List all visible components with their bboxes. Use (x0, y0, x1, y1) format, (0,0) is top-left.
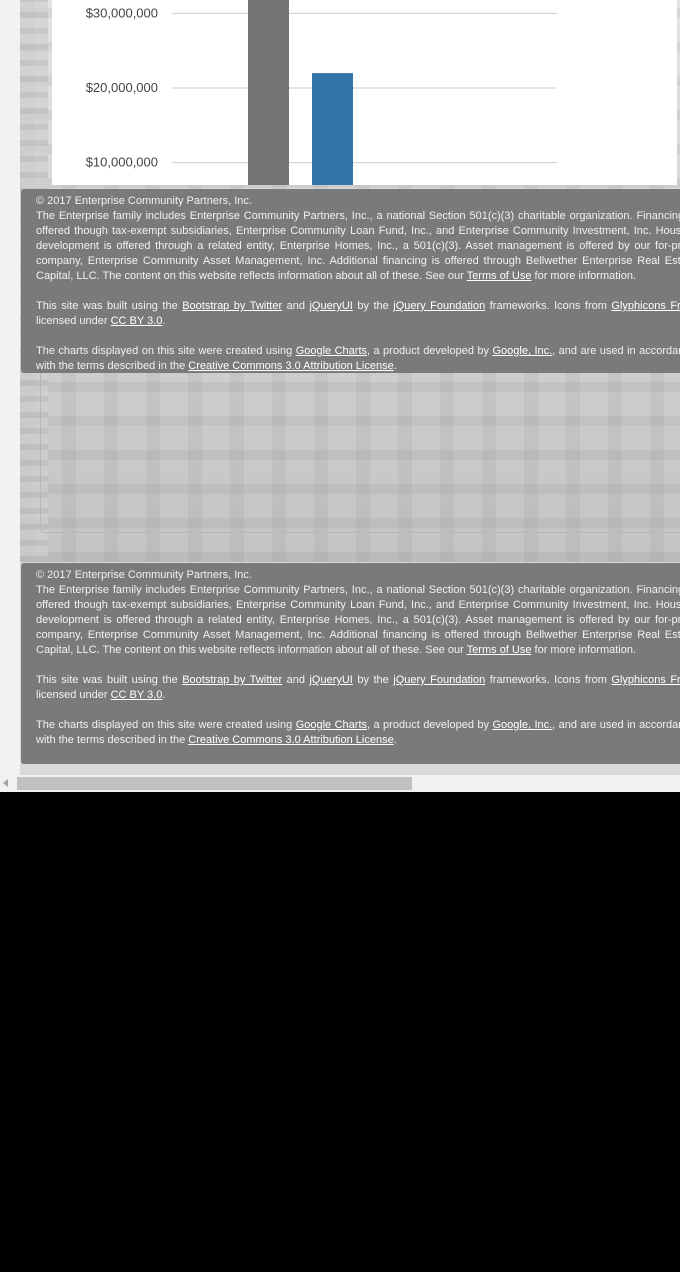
footer-credits: This site was built using the Bootstrap … (36, 299, 680, 329)
bar-chart: $30,000,000 $20,000,000 $10,000,000 (86, 0, 557, 185)
footer-charts-credit: The charts displayed on this site were c… (36, 719, 680, 746)
creative-commons-link[interactable]: Creative Commons 3.0 Attribution License (188, 734, 393, 746)
y-tick-label: $10,000,000 (86, 155, 158, 170)
y-tick-label: $30,000,000 (86, 5, 158, 20)
glyphicons-link[interactable]: Glyphicons Free (611, 674, 680, 686)
content-panel (40, 372, 680, 533)
cc-by-link[interactable]: CC BY 3.0 (111, 689, 163, 701)
google-link[interactable]: Google, Inc. (492, 719, 552, 731)
footer-credits: This site was built using the Bootstrap … (36, 673, 680, 703)
footer-copyright: © 2017 Enterprise Community Partners, In… (36, 569, 252, 581)
jquery-foundation-link[interactable]: jQuery Foundation (393, 300, 485, 312)
chart-card: $30,000,000 $20,000,000 $10,000,000 (52, 0, 677, 185)
scroll-left-arrow-icon[interactable] (3, 779, 8, 787)
google-charts-link[interactable]: Google Charts (296, 345, 367, 357)
bootstrap-link[interactable]: Bootstrap by Twitter (182, 300, 282, 312)
scrollbar-thumb[interactable] (17, 777, 412, 790)
google-link[interactable]: Google, Inc. (492, 345, 552, 357)
chart-bar-1[interactable] (248, 0, 289, 185)
footer-disclaimer: The Enterprise family includes Enterpris… (36, 210, 680, 282)
footer-copyright: © 2017 Enterprise Community Partners, In… (36, 195, 252, 207)
jqueryui-link[interactable]: jQueryUI (309, 300, 352, 312)
jqueryui-link[interactable]: jQueryUI (309, 674, 352, 686)
y-tick-label: $20,000,000 (86, 80, 158, 95)
footer-disclaimer: The Enterprise family includes Enterpris… (36, 584, 680, 656)
footer-charts-credit: The charts displayed on this site were c… (36, 345, 680, 372)
google-charts-link[interactable]: Google Charts (296, 719, 367, 731)
site-footer-secondary: © 2017 Enterprise Community Partners, In… (21, 563, 680, 764)
horizontal-scrollbar[interactable] (0, 775, 680, 792)
bootstrap-link[interactable]: Bootstrap by Twitter (182, 674, 282, 686)
cc-by-link[interactable]: CC BY 3.0 (111, 315, 163, 327)
terms-of-use-link[interactable]: Terms of Use (467, 270, 532, 282)
chart-bar-2[interactable] (312, 73, 353, 185)
site-footer: © 2017 Enterprise Community Partners, In… (21, 189, 680, 373)
page-viewport: $30,000,000 $20,000,000 $10,000,000 © 2017… (0, 0, 680, 792)
jquery-foundation-link[interactable]: jQuery Foundation (393, 674, 485, 686)
glyphicons-link[interactable]: Glyphicons Free (611, 300, 680, 312)
creative-commons-link[interactable]: Creative Commons 3.0 Attribution License (188, 360, 393, 372)
terms-of-use-link[interactable]: Terms of Use (467, 644, 532, 656)
left-gutter (0, 0, 20, 775)
